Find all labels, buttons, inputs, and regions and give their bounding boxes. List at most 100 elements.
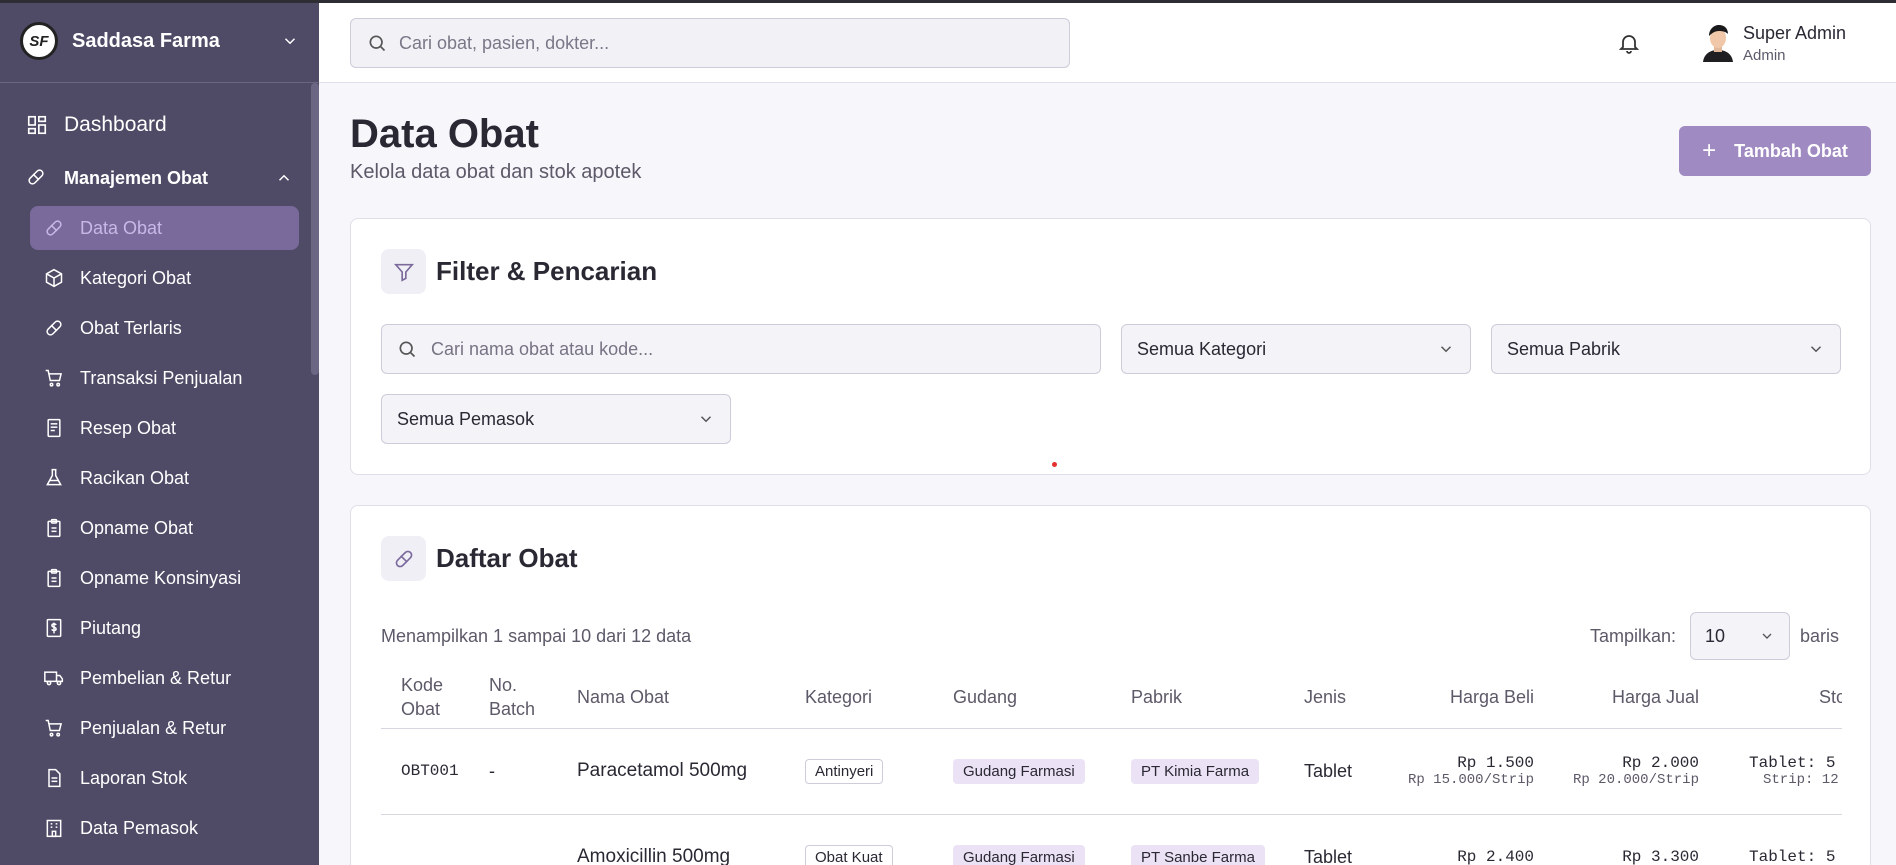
filter-search[interactable] — [381, 324, 1101, 374]
money-icon — [44, 618, 64, 638]
pill-icon — [44, 218, 64, 238]
cell-jenis: Tablet — [1294, 814, 1394, 865]
sidebar-item-transaksi-penjualan[interactable]: Transaksi Penjualan — [30, 356, 299, 400]
avatar[interactable] — [1699, 22, 1737, 62]
pabrik-badge: PT Sanbe Farma — [1131, 844, 1265, 865]
cell-kode: OBT001 — [381, 728, 479, 815]
stok-value: Tablet: 5 — [1749, 848, 1836, 865]
cell-jenis: Tablet — [1294, 728, 1394, 815]
chevron-down-icon — [700, 416, 712, 423]
chevron-down-icon[interactable] — [281, 32, 299, 50]
brand-logo: SF — [20, 22, 58, 60]
cell-kategori: Obat Kuat — [795, 814, 943, 865]
column-header-batch[interactable]: No. Batch — [479, 666, 567, 729]
pill-icon — [44, 318, 64, 338]
sidebar-item-label: Kategori Obat — [80, 267, 192, 288]
harga-beli-value: Rp 1.500 — [1457, 754, 1534, 772]
sidebar-item-label: Penjualan & Retur — [80, 717, 227, 738]
obat-table-wrapper[interactable]: Kode Obat No. Batch Nama Obat Kategori G… — [381, 666, 1842, 865]
list-card-title: Daftar Obat — [436, 543, 578, 573]
column-header-kode[interactable]: Kode Obat — [381, 666, 479, 729]
sidebar-item-data-pemasok[interactable]: Data Pemasok — [30, 806, 299, 850]
cell-kode — [381, 814, 479, 865]
cell-pabrik: PT Sanbe Farma — [1121, 814, 1294, 865]
brand[interactable]: SF Saddasa Farma — [0, 0, 319, 83]
flask-icon — [44, 468, 64, 488]
pemasok-select[interactable]: Semua Pemasok — [381, 394, 731, 444]
column-header-gudang[interactable]: Gudang — [943, 666, 1121, 729]
sidebar-item-pembelian-retur[interactable]: Pembelian & Retur — [30, 656, 299, 700]
pabrik-select[interactable]: Semua Pabrik — [1491, 324, 1841, 374]
column-header-harga-beli[interactable]: Harga Beli — [1394, 666, 1544, 729]
sidebar-item-dashboard[interactable]: Dashboard — [0, 97, 319, 153]
column-header-nama[interactable]: Nama Obat — [567, 666, 795, 729]
kategori-select-value: Semua Kategori — [1137, 338, 1267, 359]
sidebar-item-laporan-stok[interactable]: Laporan Stok — [30, 756, 299, 800]
harga-beli-value: Rp 2.400 — [1457, 848, 1534, 865]
plus-icon: + — [1702, 137, 1717, 164]
sidebar-scrollbar[interactable] — [311, 83, 319, 375]
column-header-harga-jual[interactable]: Harga Jual — [1544, 666, 1709, 729]
sidebar-group-manajemen-obat[interactable]: Manajemen Obat — [0, 153, 319, 203]
document-icon — [44, 418, 64, 438]
clipboard-icon — [44, 568, 64, 588]
cell-gudang: Gudang Farmasi — [943, 814, 1121, 865]
table-row[interactable]: Amoxicillin 500mg Obat Kuat Gudang Farma… — [381, 814, 1842, 865]
rows-per-page-suffix: baris — [1800, 626, 1840, 646]
add-obat-button[interactable]: + Tambah Obat — [1679, 126, 1871, 176]
cart-icon — [44, 718, 64, 738]
notification-bell-icon[interactable] — [1617, 31, 1641, 55]
user-role: Admin — [1743, 47, 1786, 64]
page-title: Data Obat — [350, 112, 539, 156]
sidebar-item-obat-terlaris[interactable]: Obat Terlaris — [30, 306, 299, 350]
filter-card-title: Filter & Pencarian — [436, 256, 658, 286]
cell-batch — [479, 814, 567, 865]
global-search[interactable] — [350, 18, 1070, 68]
sidebar-item-label: Racikan Obat — [80, 467, 190, 488]
sidebar-item-kategori-obat[interactable]: Kategori Obat — [30, 256, 299, 300]
kategori-select[interactable]: Semua Kategori — [1121, 324, 1471, 374]
box-icon — [44, 268, 64, 288]
pabrik-badge: PT Kimia Farma — [1131, 758, 1260, 784]
chevron-up-icon[interactable] — [275, 169, 293, 187]
obat-table: Kode Obat No. Batch Nama Obat Kategori G… — [381, 666, 1842, 865]
add-obat-label: Tambah Obat — [1734, 140, 1848, 161]
filter-card-header: Filter & Pencarian — [381, 249, 657, 294]
brand-name: Saddasa Farma — [72, 29, 220, 52]
sidebar-nav: Dashboard Manajemen Obat Data Obat Kateg… — [0, 83, 319, 850]
sidebar-item-penjualan-retur[interactable]: Penjualan & Retur — [30, 706, 299, 750]
rows-per-page-label: Tampilkan: — [1590, 626, 1677, 646]
sidebar-item-piutang[interactable]: Piutang — [30, 606, 299, 650]
pill-icon — [26, 167, 48, 189]
table-row[interactable]: OBT001 - Paracetamol 500mg Antinyeri Gud… — [381, 728, 1842, 815]
sidebar-item-racikan-obat[interactable]: Racikan Obat — [30, 456, 299, 500]
table-header-row: Kode Obat No. Batch Nama Obat Kategori G… — [381, 666, 1842, 729]
sidebar-group-label: Manajemen Obat — [64, 167, 209, 188]
cell-stok: Tablet: 5 — [1709, 814, 1842, 865]
sidebar-item-data-obat[interactable]: Data Obat — [30, 206, 299, 250]
pill-icon — [381, 536, 426, 581]
sidebar-item-label: Data Pemasok — [80, 817, 199, 838]
chevron-down-icon — [1440, 346, 1452, 353]
sidebar-item-label: Data Obat — [80, 217, 163, 238]
sidebar-item-resep-obat[interactable]: Resep Obat — [30, 406, 299, 450]
list-card-header: Daftar Obat — [381, 536, 578, 581]
column-header-kategori[interactable]: Kategori — [795, 666, 943, 729]
sidebar-item-label: Dashboard — [64, 113, 167, 136]
sidebar-item-opname-obat[interactable]: Opname Obat — [30, 506, 299, 550]
filter-search-input[interactable] — [431, 338, 1071, 360]
stok-sub: Strip: 12 — [1763, 772, 1839, 788]
search-icon — [399, 341, 416, 358]
harga-beli-sub: Rp 15.000/Strip — [1407, 772, 1534, 788]
sidebar-item-opname-konsinyasi[interactable]: Opname Konsinyasi — [30, 556, 299, 600]
column-header-pabrik[interactable]: Pabrik — [1121, 666, 1294, 729]
cell-harga-beli: Rp 1.500 Rp 15.000/Strip — [1394, 728, 1544, 815]
top-header: Super Admin Admin — [319, 3, 1896, 83]
column-header-jenis[interactable]: Jenis — [1294, 666, 1394, 729]
building-icon — [44, 818, 64, 838]
sidebar: SF Saddasa Farma Dashboard Manajemen Oba… — [0, 0, 319, 865]
global-search-input[interactable] — [399, 32, 1039, 54]
column-header-stok[interactable]: Stok — [1709, 666, 1842, 729]
chevron-down-icon — [1762, 633, 1772, 639]
rows-per-page-select[interactable]: 10 — [1690, 612, 1790, 660]
